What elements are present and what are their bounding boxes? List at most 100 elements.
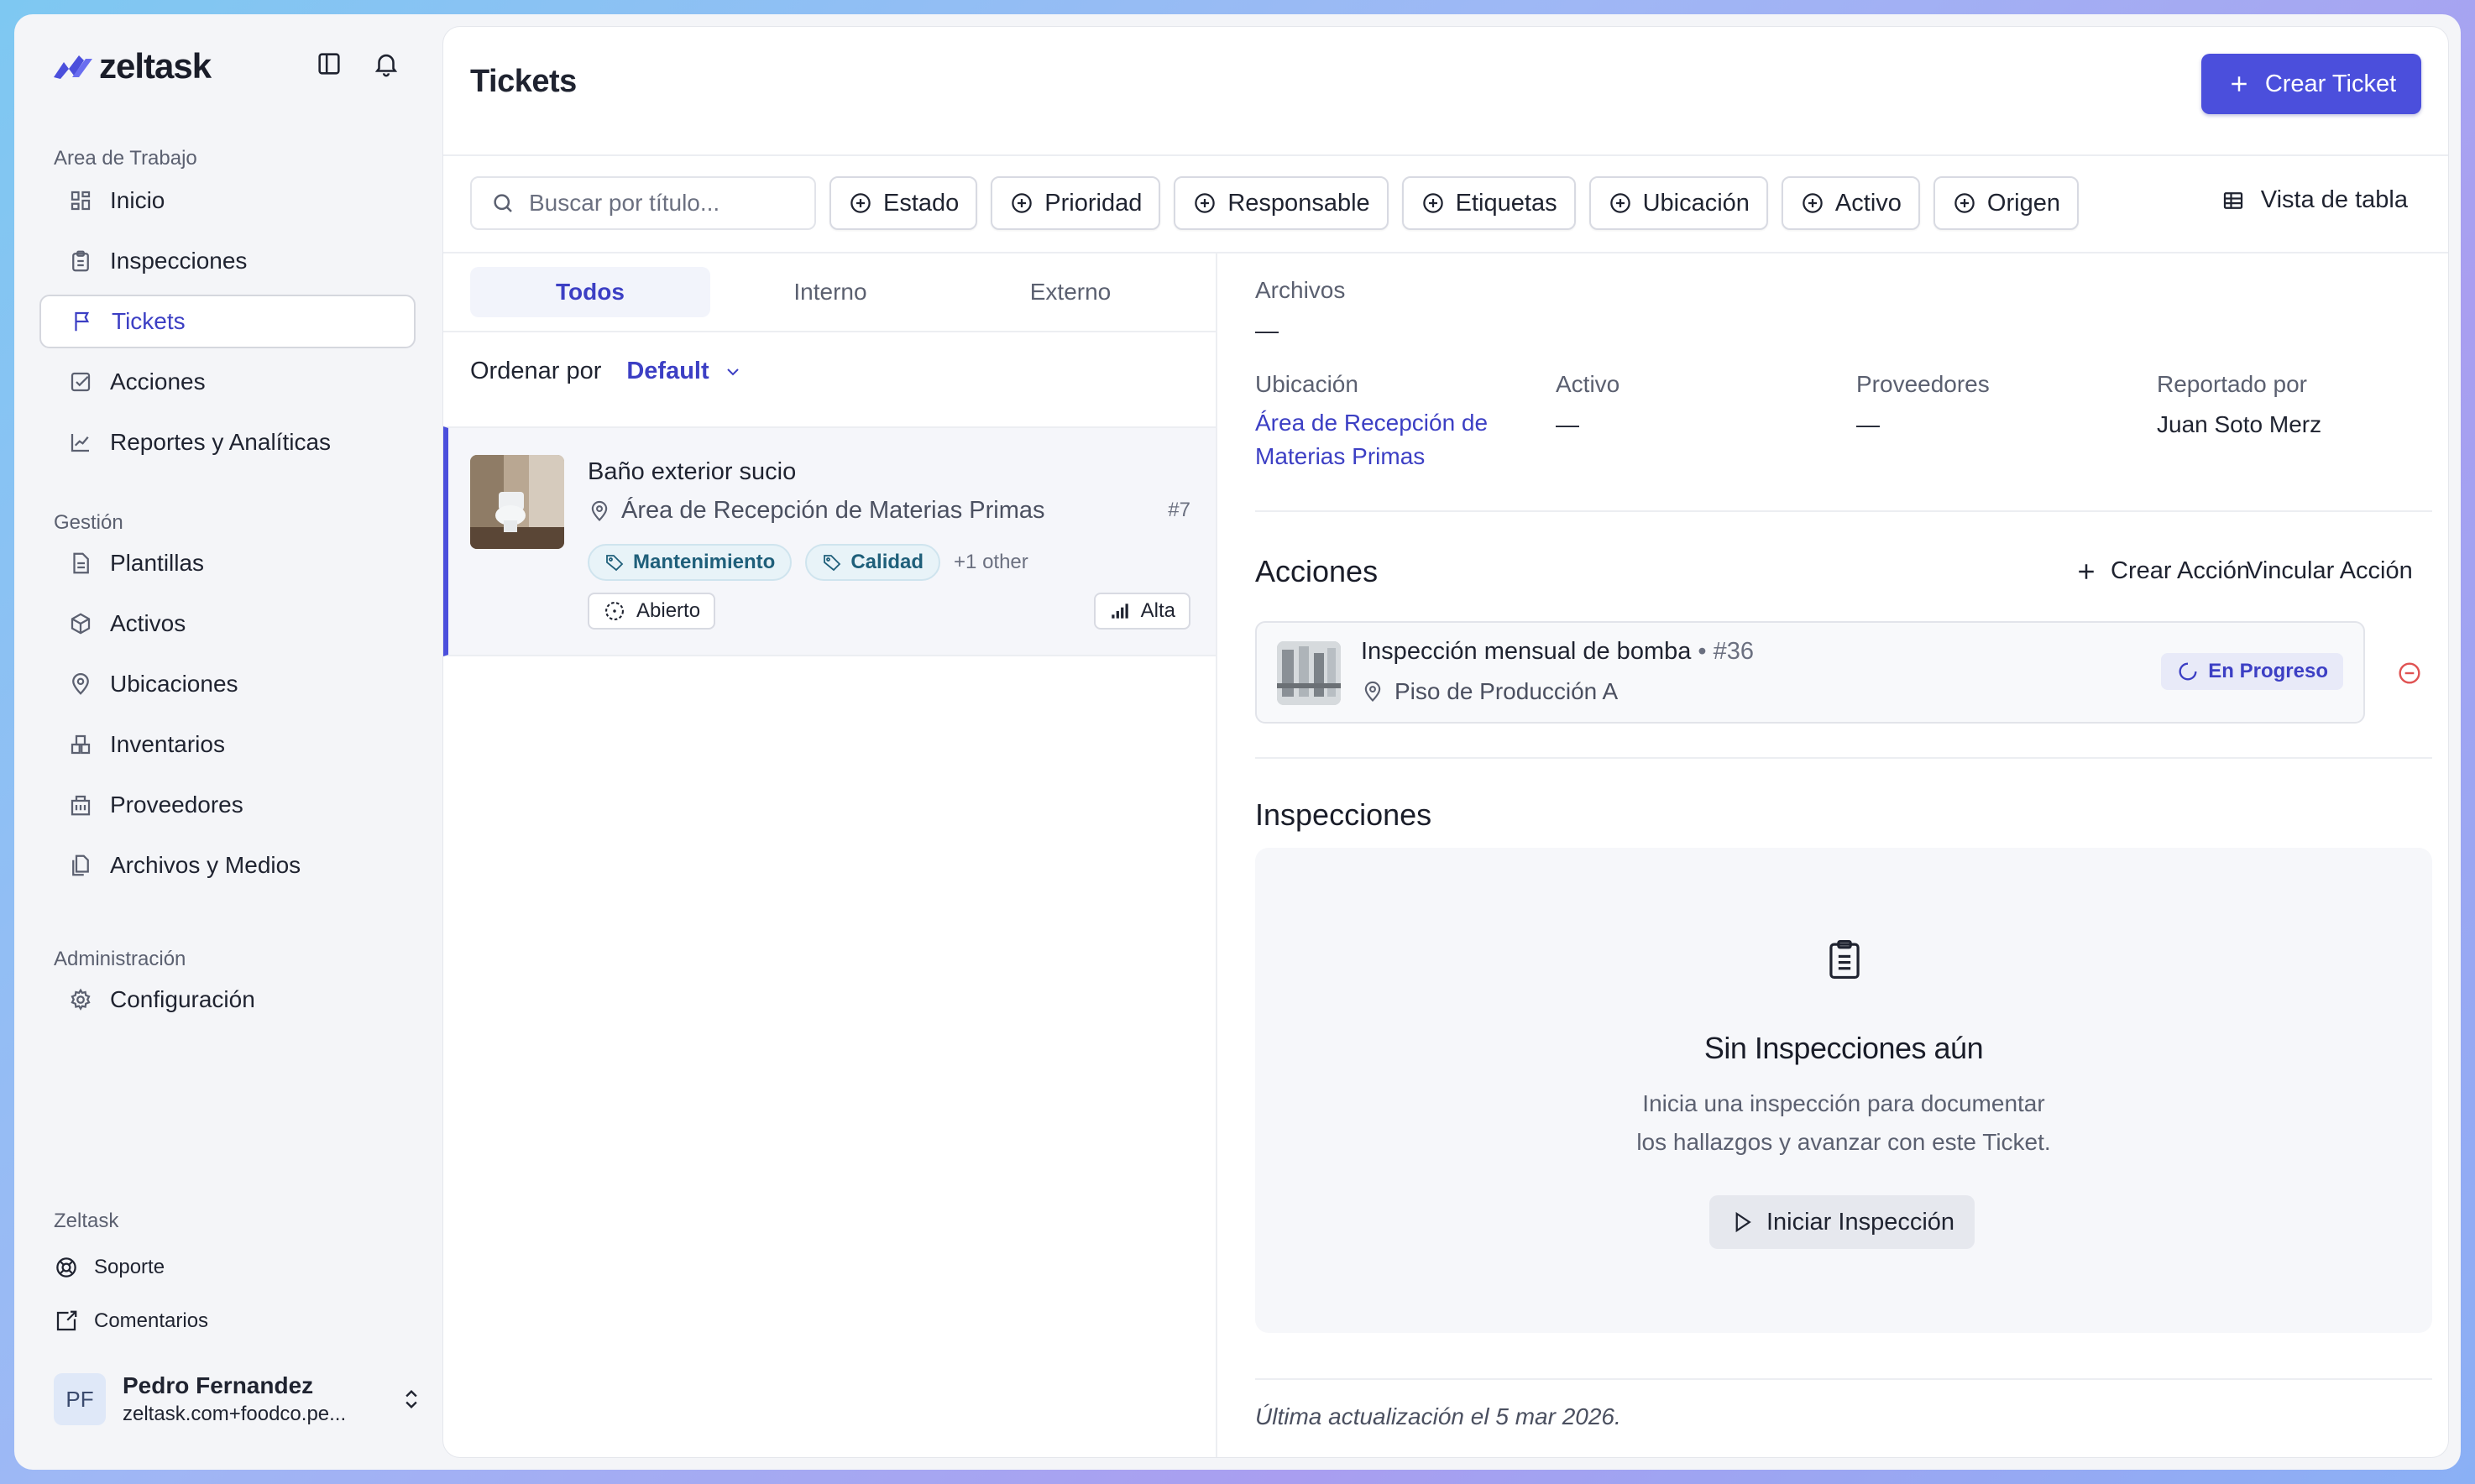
support-link[interactable]: Soporte [54, 1255, 165, 1280]
sort-dropdown[interactable]: Default [626, 358, 742, 385]
bell-icon[interactable] [372, 50, 400, 78]
filter-label: Ubicación [1642, 189, 1750, 217]
reported-by-label: Reportado por [2157, 371, 2308, 397]
asset-value: — [1556, 411, 1579, 437]
user-email: zeltask.com+foodco.pe... [123, 1403, 347, 1425]
plus-circle-icon [1422, 193, 1443, 213]
signal-bars-icon [1111, 604, 1128, 619]
plus-icon [2079, 563, 2094, 579]
feedback-label: Comentarios [94, 1309, 209, 1332]
asset-label: Activo [1556, 371, 1620, 397]
section-title-admin: Administración [54, 948, 186, 970]
plus-circle-icon [1012, 193, 1033, 213]
ticket-number: #7 [1168, 499, 1190, 521]
empty-description: Inicia una inspección para documentar lo… [1255, 1084, 2432, 1162]
filter-prioridad[interactable]: Prioridad [991, 176, 1161, 230]
ticket-thumbnail [470, 455, 564, 549]
chevron-updown-icon[interactable] [400, 1387, 423, 1411]
boxes-icon [71, 734, 91, 755]
ticket-list-pane: Todos Interno Externo Ordenar por Defaul… [443, 253, 1217, 1457]
status-badge: Abierto [588, 593, 716, 630]
action-card[interactable]: Inspección mensual de bomba • #36 Piso d… [1255, 621, 2365, 724]
remove-circle-icon[interactable] [2396, 660, 2423, 687]
sidebar-item-acciones[interactable]: Acciones [39, 355, 416, 409]
empty-title: Sin Inspecciones aún [1703, 1031, 1984, 1065]
sidebar-item-ubicaciones[interactable]: Ubicaciones [39, 657, 416, 711]
tag-badge: Calidad [805, 544, 941, 581]
action-location: Piso de Producción A [1361, 678, 1618, 705]
sidebar-item-label: Acciones [110, 368, 206, 395]
action-number: #36 [1713, 638, 1755, 665]
home-grid-icon [71, 191, 91, 211]
gear-icon [71, 988, 91, 1011]
feedback-icon [56, 1310, 77, 1331]
tag-label: Calidad [850, 551, 924, 573]
search-icon [494, 194, 512, 212]
feedback-link[interactable]: Comentarios [54, 1309, 208, 1334]
filter-origen[interactable]: Origen [1933, 176, 2079, 230]
tab-todos[interactable]: Todos [470, 267, 710, 317]
start-inspection-label: Iniciar Inspección [1766, 1208, 1955, 1236]
sidebar-item-activos[interactable]: Activos [39, 597, 416, 651]
sort-label: Ordenar por [470, 358, 602, 384]
sidebar-item-configuracion[interactable]: Configuración [39, 973, 416, 1027]
sort-control: Ordenar por Default [470, 358, 743, 385]
inspections-title: Inspecciones [1255, 797, 1432, 832]
tab-externo[interactable]: Externo [950, 267, 1190, 317]
create-ticket-button[interactable]: Crear Ticket [2201, 54, 2421, 114]
files-label: Archivos [1255, 277, 1346, 303]
sidebar-item-label: Ubicaciones [110, 671, 238, 697]
main-panel: Tickets Crear Ticket Buscar por título..… [443, 27, 2448, 1457]
user-menu[interactable]: PF Pedro Fernandez zeltask.com+foodco.pe… [54, 1366, 423, 1433]
check-square-icon [71, 372, 91, 392]
files-value: — [1255, 317, 1279, 343]
filter-responsable[interactable]: Responsable [1174, 176, 1389, 230]
ticket-card[interactable]: Baño exterior sucio Área de Recepción de… [443, 426, 1216, 656]
sidebar-item-inventarios[interactable]: Inventarios [39, 718, 416, 771]
files-icon [72, 854, 89, 876]
create-action-button[interactable]: Crear Acción [2074, 557, 2250, 585]
action-title: Inspección mensual de bomba • #36 [1361, 638, 1754, 666]
sidebar-item-proveedores[interactable]: Proveedores [39, 778, 416, 832]
sidebar-item-label: Configuración [110, 986, 255, 1012]
chevron-down-icon [726, 368, 739, 375]
sidebar-toggle-icon[interactable] [315, 50, 343, 78]
sidebar-item-inicio[interactable]: Inicio [39, 174, 416, 227]
sidebar-item-reportes[interactable]: Reportes y Analíticas [39, 415, 416, 469]
priority-badge: Alta [1093, 593, 1190, 630]
sidebar-item-plantillas[interactable]: Plantillas [39, 536, 416, 590]
flag-icon [75, 311, 90, 332]
logo-text: zeltask [99, 46, 212, 86]
sidebar-item-label: Inspecciones [110, 248, 248, 274]
sidebar-item-archivos[interactable]: Archivos y Medios [39, 839, 416, 892]
document-icon [73, 552, 89, 574]
empty-description-line: los hallazgos y avanzar con este Ticket. [1636, 1129, 2051, 1155]
filter-activo[interactable]: Activo [1781, 176, 1920, 230]
zeltask-logo[interactable]: zeltask [52, 46, 212, 86]
map-pin-icon [72, 673, 89, 695]
table-view-button[interactable]: Vista de tabla [2221, 186, 2408, 214]
sidebar-item-label: Tickets [112, 308, 186, 334]
logo-mark-icon [54, 55, 92, 79]
plus-circle-icon [1954, 193, 1975, 213]
divider [1255, 757, 2432, 759]
clipboard-icon [1829, 939, 1860, 980]
filter-label: Activo [1834, 189, 1902, 217]
link-action-button[interactable]: Vincular Acción [2247, 557, 2413, 585]
actions-title: Acciones [1255, 554, 1379, 588]
filter-ubicacion[interactable]: Ubicación [1588, 176, 1768, 230]
ticket-tabs: Todos Interno Externo [470, 267, 1190, 317]
sidebar-item-inspecciones[interactable]: Inspecciones [39, 234, 416, 288]
divider [1255, 510, 2432, 512]
tab-interno[interactable]: Interno [710, 267, 950, 317]
sidebar-item-label: Archivos y Medios [110, 852, 301, 878]
filter-label: Estado [883, 189, 960, 217]
play-icon [1735, 1211, 1751, 1233]
location-link[interactable]: Área de Recepción de Materias Primas [1255, 406, 1532, 473]
sidebar-item-tickets[interactable]: Tickets [39, 295, 416, 348]
location-label: Ubicación [1255, 371, 1358, 397]
search-input[interactable]: Buscar por título... [470, 176, 816, 230]
filter-estado[interactable]: Estado [829, 176, 978, 230]
start-inspection-button[interactable]: Iniciar Inspección [1709, 1195, 1975, 1249]
filter-etiquetas[interactable]: Etiquetas [1401, 176, 1576, 230]
